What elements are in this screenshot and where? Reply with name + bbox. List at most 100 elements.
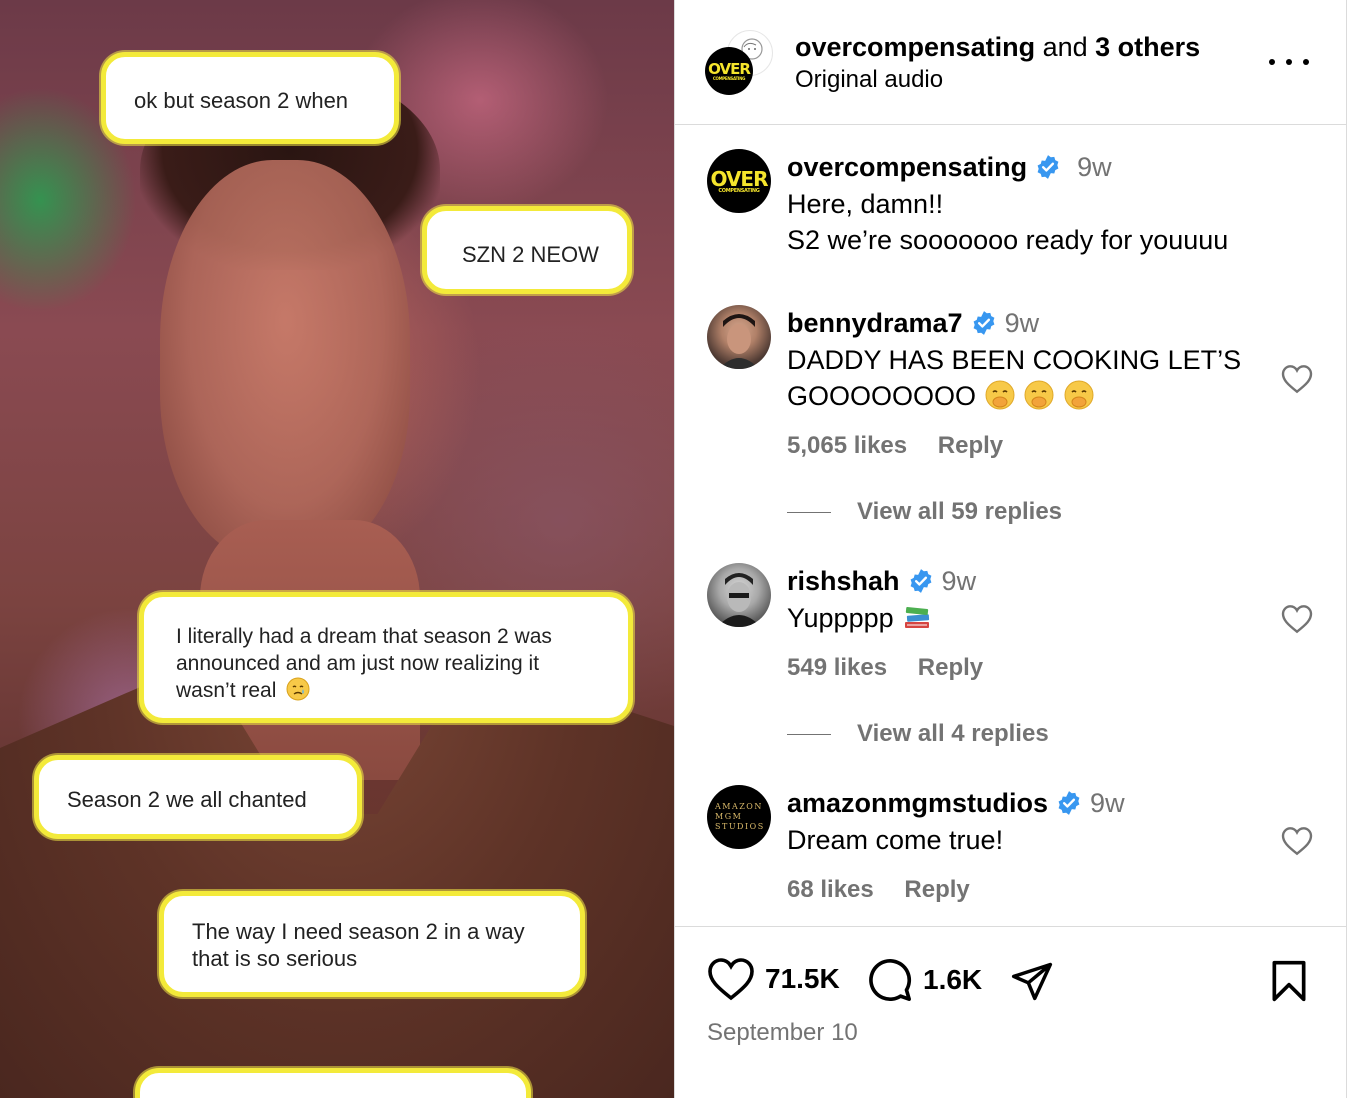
caption-avatar[interactable]: OVER COMPENSATING <box>707 149 771 213</box>
like-comment-heart-icon[interactable] <box>1281 826 1313 856</box>
header-title: overcompensating and 3 others <box>795 30 1200 64</box>
more-dot-icon <box>1286 59 1292 65</box>
comment-line: DADDY HAS BEEN COOKING LET’S <box>787 345 1242 375</box>
comment-text: Yuppppp <box>787 600 933 636</box>
verified-badge-icon <box>910 569 931 593</box>
commenter-avatar[interactable] <box>707 305 771 369</box>
more-dot-icon <box>1303 59 1309 65</box>
overlay-bubble: SZN 2 NEOW <box>422 206 632 294</box>
comment-username[interactable]: amazonmgmstudios <box>787 786 1048 820</box>
comment-likes[interactable]: 68 likes <box>787 876 874 903</box>
commenter-avatar[interactable]: AMAZON MGM STUDIOS <box>707 785 771 849</box>
view-replies-label: View all 4 replies <box>857 720 1049 747</box>
avatar-logo-subtext: COMPENSATING <box>712 75 746 81</box>
avatar-logo-text: MGM <box>715 812 743 821</box>
header-and: and <box>1042 32 1088 62</box>
avatar-logo-text: AMAZON <box>715 802 763 811</box>
overlay-bubble: ok but season 2 when <box>101 52 399 144</box>
comment-time[interactable]: 9w <box>942 564 977 598</box>
face-with-hand-over-mouth-icon <box>1064 380 1094 410</box>
commenter-avatar[interactable] <box>707 563 771 627</box>
overlay-bubble: Season 2 we all chanted <box>34 755 362 839</box>
header-others-link[interactable]: 3 others <box>1095 32 1200 62</box>
comment-username[interactable]: bennydrama7 <box>787 306 963 340</box>
comment-line: Yuppppp <box>787 603 894 633</box>
post-header: OVER COMPENSATING overcompensating and 3… <box>675 0 1346 125</box>
comment-bubble-icon <box>869 959 912 1002</box>
view-replies-label: View all 59 replies <box>857 498 1063 525</box>
comment-username[interactable]: rishshah <box>787 564 900 598</box>
comment-reply-button[interactable]: Reply <box>904 876 969 903</box>
scroll-edge <box>1346 0 1350 1098</box>
replies-rule <box>787 733 831 735</box>
like-comment-heart-icon[interactable] <box>1281 604 1313 634</box>
comment-header: rishshah 9w <box>787 564 976 598</box>
save-button[interactable] <box>1269 959 1309 1003</box>
post-sidebar: OVER COMPENSATING overcompensating and 3… <box>675 0 1346 1098</box>
comment-line: Dream come true! <box>787 825 1004 855</box>
comment-meta: 5,065 likes Reply <box>787 432 1027 460</box>
face-with-hand-over-mouth-icon <box>1024 380 1054 410</box>
comment-line: GOOOOOOOO <box>787 381 977 411</box>
comment-likes[interactable]: 549 likes <box>787 654 887 681</box>
books-icon <box>905 606 930 628</box>
caption-text: Here, damn!! S2 we’re sooooooo ready for… <box>787 186 1228 258</box>
comment-reply-button[interactable]: Reply <box>918 654 983 681</box>
original-audio-link[interactable]: Original audio <box>795 64 943 96</box>
verified-badge-icon <box>973 311 994 335</box>
caption-header: overcompensating 9w <box>787 150 1112 184</box>
overlay-bubble: The way I need season 2 in a way that is… <box>159 891 585 997</box>
overlay-bubble-text: I literally had a dream that season 2 wa… <box>176 625 552 702</box>
verified-badge-icon <box>1037 155 1059 179</box>
comment-count[interactable]: 1.6K <box>923 964 982 996</box>
bookmark-icon <box>1272 960 1306 1002</box>
avatar-logo-text: STUDIOS <box>715 822 765 831</box>
caption-line: S2 we’re sooooooo ready for youuuu <box>787 225 1229 255</box>
avatar-logo-text: OVER <box>710 166 768 191</box>
person-photo-icon <box>717 573 761 627</box>
comment-button[interactable]: 1.6K <box>867 957 982 1003</box>
comment-time[interactable]: 9w <box>1090 786 1125 820</box>
view-replies-button[interactable]: View all 59 replies <box>787 498 1062 526</box>
comment-likes[interactable]: 5,065 likes <box>787 432 907 459</box>
avatar-logo-subtext: COMPENSATING <box>718 187 760 194</box>
overlay-bubble: I literally had a dream that season 2 wa… <box>139 592 633 723</box>
comment-text: Dream come true! <box>787 822 1003 858</box>
reel-video[interactable]: ok but season 2 when SZN 2 NEOW I litera… <box>0 0 674 1098</box>
person-photo-icon <box>719 314 759 369</box>
comment-header: bennydrama7 9w <box>787 306 1039 340</box>
comment-time[interactable]: 9w <box>1005 306 1040 340</box>
share-button[interactable] <box>1009 959 1055 1003</box>
view-replies-button[interactable]: View all 4 replies <box>787 720 1049 748</box>
paper-plane-icon <box>1011 962 1053 1001</box>
comment-reply-button[interactable]: Reply <box>938 432 1003 459</box>
like-count[interactable]: 71.5K <box>765 963 840 995</box>
comment-meta: 68 likes Reply <box>787 876 994 904</box>
like-comment-heart-icon[interactable] <box>1281 364 1313 394</box>
comment-line-with-emoji: GOOOOOOOO <box>787 378 1241 414</box>
crying-face-icon <box>286 677 310 701</box>
caption-time[interactable]: 9w <box>1077 150 1112 184</box>
comment-meta: 549 likes Reply <box>787 654 1007 682</box>
post-actions: 71.5K 1.6K September 10 <box>675 926 1346 1099</box>
overlay-bubble-text: ok but season 2 when <box>134 88 349 113</box>
comment-text: DADDY HAS BEEN COOKING LET’S GOOOOOOOO <box>787 342 1241 414</box>
overcompensating-avatar[interactable]: OVER COMPENSATING <box>705 47 753 95</box>
video-subject-face <box>160 160 410 560</box>
avatar-logo-text: OVER <box>708 59 751 78</box>
overlay-bubble <box>135 1068 531 1098</box>
comment-header: amazonmgmstudios 9w <box>787 786 1125 820</box>
caption-username[interactable]: overcompensating <box>787 150 1027 184</box>
overlay-bubble-text: The way I need season 2 in a way that is… <box>192 919 525 971</box>
post-date[interactable]: September 10 <box>707 1019 858 1047</box>
verified-badge-icon <box>1058 791 1080 815</box>
overlay-bubble-text: Season 2 we all chanted <box>67 787 307 812</box>
caption-line: Here, damn!! <box>787 189 944 219</box>
overlay-bubble-text: SZN 2 NEOW <box>462 242 599 267</box>
like-post-button[interactable]: 71.5K <box>707 957 840 1001</box>
heart-icon <box>708 958 754 1001</box>
more-options-button[interactable] <box>1269 48 1309 76</box>
header-username[interactable]: overcompensating <box>795 32 1035 62</box>
face-with-hand-over-mouth-icon <box>985 380 1015 410</box>
replies-rule <box>787 511 831 513</box>
